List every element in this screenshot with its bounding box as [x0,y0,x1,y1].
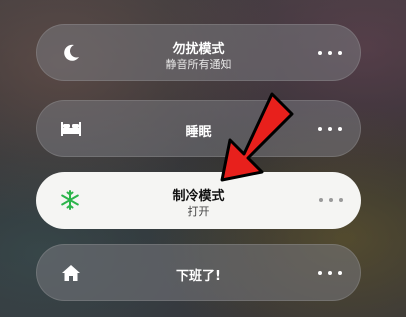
more-options-button[interactable] [318,265,342,281]
focus-mode-cooling[interactable]: 制冷模式 打开 [36,172,361,229]
more-dot [338,51,342,55]
focus-mode-subtitle: 静音所有通知 [165,58,232,71]
more-dot [328,127,332,131]
focus-mode-sleep[interactable]: 睡眠 [36,100,361,157]
more-dot [319,198,323,202]
more-dot [329,198,333,202]
focus-mode-title: 睡眠 [185,125,212,140]
focus-mode-subtitle: 打开 [187,205,210,218]
red-arrow-icon [200,88,310,198]
more-dot [328,51,332,55]
more-options-button[interactable] [318,45,342,61]
focus-mode-title: 下班了! [176,269,221,284]
more-options-button[interactable] [318,121,342,137]
focus-mode-title: 勿扰模式 [172,42,225,57]
more-dot [328,271,332,275]
more-dot [338,271,342,275]
more-options-button[interactable] [319,192,343,208]
more-dot [339,198,343,202]
more-dot [338,127,342,131]
more-dot [318,51,322,55]
focus-mode-off-work[interactable]: 下班了! [36,244,361,301]
more-dot [318,127,322,131]
more-dot [318,271,322,275]
focus-mode-do-not-disturb[interactable]: 勿扰模式 静音所有通知 [36,24,361,81]
focus-mode-title: 制冷模式 [172,189,225,204]
